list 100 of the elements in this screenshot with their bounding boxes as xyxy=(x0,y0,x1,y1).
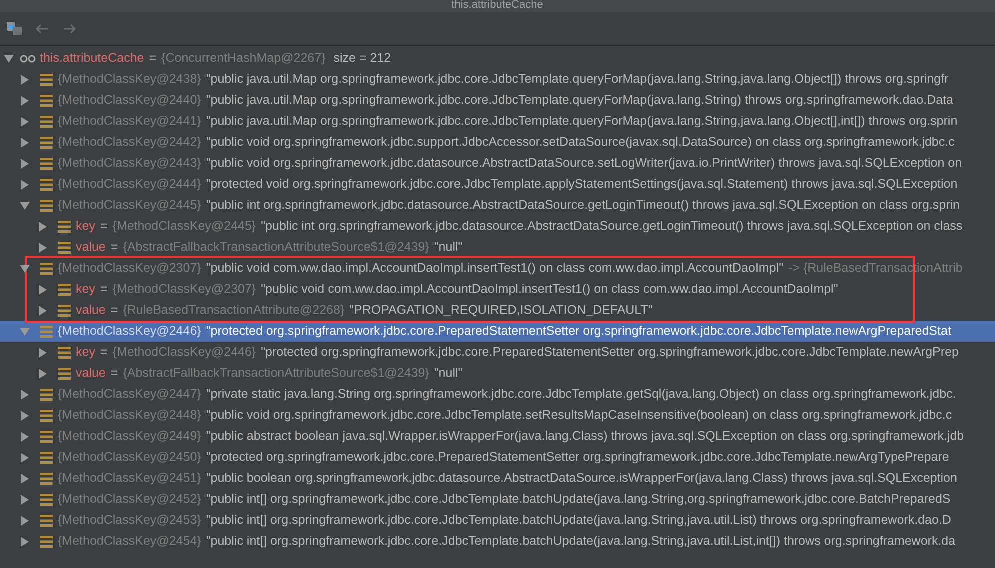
field-icon xyxy=(40,262,53,274)
string-value: "public void org.springframework.jdbc.support.JdbcAccessor.setDataSource(javax.sql.DataSource) on class org.springframework.jdbc.c xyxy=(206,134,955,152)
string-value: "null" xyxy=(434,239,463,256)
field-icon xyxy=(40,74,53,86)
expand-caret-icon[interactable] xyxy=(38,368,48,378)
selected-row[interactable]: {MethodClassKey@2446} "protected org.springframework.jdbc.core.PreparedStatementSetter org.springframework.jdbc.core.JdbcTemplate.newArgPreparedStat xyxy=(0,321,995,342)
field-icon xyxy=(40,430,53,442)
collapse-caret-icon[interactable] xyxy=(20,264,30,274)
field-icon xyxy=(40,388,53,400)
object-reference: {MethodClassKey@2307} xyxy=(58,260,202,278)
object-reference: {MethodClassKey@2443} xyxy=(58,155,202,172)
equals-sign: = xyxy=(110,302,118,320)
equals-sign: = xyxy=(100,344,108,362)
field-icon xyxy=(58,284,71,296)
string-value: "public void org.springframework.jdbc.core.JdbcTemplate.setResultsMapCaseInsensitive(boolean) on class org.springframework.jdbc.c xyxy=(206,407,952,424)
collapse-caret-icon[interactable] xyxy=(4,54,14,64)
expand-caret-icon[interactable] xyxy=(20,180,30,190)
string-value: "public int org.springframework.jdbc.datasource.AbstractDataSource.getLoginTimeout() throws java.sql.SQLException on class org.sprin xyxy=(206,197,960,214)
field-name: value xyxy=(76,302,106,320)
expand-caret-icon[interactable] xyxy=(20,432,30,442)
object-reference: {ConcurrentHashMap@2267} xyxy=(162,50,326,68)
field-icon xyxy=(40,116,53,128)
string-value: "public int[] org.springframework.jdbc.core.JdbcTemplate.batchUpdate(java.lang.String,java.util.List) throws org.springframework.dao.D xyxy=(206,512,952,530)
expand-caret-icon[interactable] xyxy=(20,390,30,400)
expand-caret-icon[interactable] xyxy=(20,474,30,484)
string-value: "public void com.ww.dao.impl.AccountDaoImpl.insertTest1() on class com.ww.dao.impl.AccountDaoImpl" xyxy=(261,281,838,298)
field-name: key xyxy=(76,281,96,298)
field-icon xyxy=(40,410,53,422)
string-value: "public void org.springframework.jdbc.datasource.AbstractDataSource.setLogWriter(java.io.PrintWriter) throws java.sql.SQLException on xyxy=(206,155,962,172)
field-icon xyxy=(40,494,53,506)
field-name: key xyxy=(76,344,96,362)
field-icon xyxy=(58,242,71,254)
expand-caret-icon[interactable] xyxy=(20,410,30,420)
field-name: value xyxy=(76,365,106,382)
forward-arrow-icon[interactable] xyxy=(63,24,76,34)
field-icon xyxy=(40,200,53,212)
field-icon xyxy=(58,346,71,358)
equals-sign: = xyxy=(100,281,108,298)
string-value: "protected void org.springframework.jdbc.core.JdbcTemplate.applyStatementSettings(java.sql.Statement) throws java.sql.SQLException xyxy=(206,176,958,194)
object-reference: {MethodClassKey@2447} xyxy=(58,386,202,404)
object-reference: {MethodClassKey@2452} xyxy=(58,491,202,508)
field-icon xyxy=(40,472,53,484)
object-reference: {MethodClassKey@2450} xyxy=(58,449,202,466)
string-value: "protected org.springframework.jdbc.core.PreparedStatementSetter org.springframework.jdbc.core.JdbcTemplate.newArgPreparedStat xyxy=(206,323,952,340)
expand-caret-icon[interactable] xyxy=(20,158,30,168)
equals-sign: = xyxy=(110,365,118,382)
field-icon xyxy=(40,536,53,548)
expand-caret-icon[interactable] xyxy=(38,242,48,252)
expand-caret-icon[interactable] xyxy=(20,536,30,546)
back-arrow-icon[interactable] xyxy=(36,24,49,34)
field-icon xyxy=(40,136,53,148)
object-reference: {MethodClassKey@2446} xyxy=(112,344,256,362)
string-value: "public int org.springframework.jdbc.datasource.AbstractDataSource.getLoginTimeout() throws java.sql.SQLException on class xyxy=(261,218,963,236)
object-reference: {MethodClassKey@2449} xyxy=(58,428,202,446)
field-icon xyxy=(40,326,53,338)
expand-caret-icon[interactable] xyxy=(20,96,30,106)
equals-sign: = xyxy=(149,50,157,68)
string-value: "public abstract boolean java.sql.Wrapper.isWrapperFor(java.lang.Class) throws java.sql.SQLException on class org.springframework.jdb xyxy=(206,428,964,446)
field-name: key xyxy=(76,218,96,236)
expand-caret-icon[interactable] xyxy=(38,222,48,232)
field-icon xyxy=(58,220,71,232)
object-reference: {AbstractFallbackTransactionAttributeSource$1@2439} xyxy=(123,365,430,382)
equals-sign: = xyxy=(100,218,108,236)
expand-caret-icon[interactable] xyxy=(38,348,48,358)
expand-caret-icon[interactable] xyxy=(20,516,30,526)
object-reference: {MethodClassKey@2454} xyxy=(58,533,202,550)
collapse-caret-icon[interactable] xyxy=(20,200,30,210)
string-value: "public java.util.Map org.springframework.jdbc.core.JdbcTemplate.queryForMap(java.lang.String,java.lang.Object[]) throws org.springfr xyxy=(206,71,949,88)
expand-caret-icon[interactable] xyxy=(20,138,30,148)
field-icon xyxy=(58,304,71,316)
string-value: "public int[] org.springframework.jdbc.core.JdbcTemplate.batchUpdate(java.lang.String,org.springframework.jdbc.core.BatchPreparedS xyxy=(206,491,951,508)
string-value: "public void com.ww.dao.impl.AccountDaoImpl.insertTest1() on class com.ww.dao.impl.AccountDaoImpl" xyxy=(206,260,784,278)
window-title: this.attributeCache xyxy=(452,0,544,11)
expand-caret-icon[interactable] xyxy=(38,306,48,316)
object-reference: {MethodClassKey@2445} xyxy=(58,197,202,214)
string-value: "PROPAGATION_REQUIRED,ISOLATION_DEFAULT" xyxy=(350,302,653,320)
object-reference: {MethodClassKey@2448} xyxy=(58,407,202,424)
object-reference: {MethodClassKey@2442} xyxy=(58,134,202,152)
expand-caret-icon[interactable] xyxy=(20,116,30,126)
string-value: "public int[] org.springframework.jdbc.core.JdbcTemplate.batchUpdate(java.lang.String,java.util.List,int[]) throws org.springframework.da xyxy=(206,533,956,550)
expand-caret-icon[interactable] xyxy=(20,452,30,462)
variable-name: this.attributeCache xyxy=(40,50,144,68)
string-value: "null" xyxy=(434,365,463,382)
field-icon xyxy=(58,368,71,380)
expand-caret-icon[interactable] xyxy=(20,494,30,504)
object-reference: {MethodClassKey@2441} xyxy=(58,113,202,130)
object-reference: {MethodClassKey@2438} xyxy=(58,71,202,88)
string-value: "protected org.springframework.jdbc.core.PreparedStatementSetter org.springframework.jdbc.core.JdbcTemplate.newArgPrep xyxy=(261,344,959,362)
frames-icon[interactable] xyxy=(7,22,22,35)
field-icon xyxy=(40,94,53,106)
expand-caret-icon[interactable] xyxy=(38,284,48,294)
string-value: "protected org.springframework.jdbc.core.PreparedStatementSetter org.springframework.jdbc.core.JdbcTemplate.newArgTypePrepare xyxy=(206,449,950,466)
object-reference: {MethodClassKey@2445} xyxy=(112,218,256,236)
object-reference: {MethodClassKey@2446} xyxy=(58,323,202,340)
string-value: "public boolean org.springframework.jdbc.datasource.AbstractDataSource.isWrapperFor(java.lang.Class) throws java.sql.SQLException xyxy=(206,470,958,488)
object-reference: {RuleBasedTransactionAttribute@2268} xyxy=(123,302,345,320)
expand-caret-icon[interactable] xyxy=(20,74,30,84)
object-reference: {MethodClassKey@2444} xyxy=(58,176,202,194)
field-icon xyxy=(40,514,53,526)
field-icon xyxy=(40,158,53,170)
